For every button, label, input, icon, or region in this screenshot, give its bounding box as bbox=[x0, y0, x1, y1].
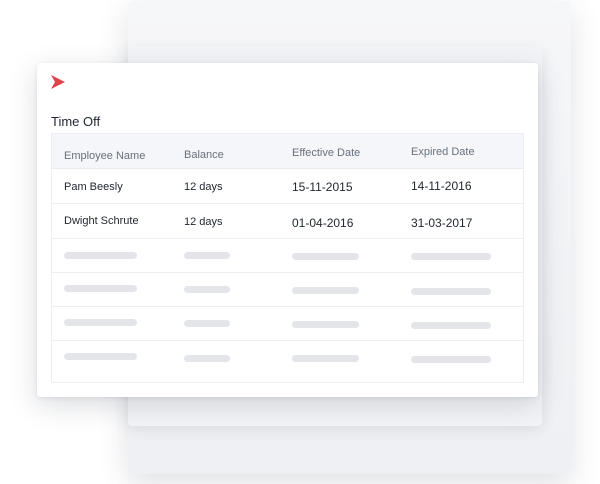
skeleton-bar bbox=[184, 252, 230, 259]
placeholder-row bbox=[52, 273, 523, 307]
skeleton-bar bbox=[184, 320, 230, 327]
cell-expired-date: 14-11-2016 bbox=[411, 179, 472, 193]
placeholder-row bbox=[52, 239, 523, 273]
skeleton-bar bbox=[292, 253, 359, 260]
time-off-table: Employee Name Balance Effective Date Exp… bbox=[51, 133, 524, 383]
skeleton-bar bbox=[411, 322, 491, 329]
skeleton-bar bbox=[292, 287, 359, 294]
skeleton-bar bbox=[64, 285, 137, 292]
cell-employee-name: Pam Beesly bbox=[64, 181, 123, 193]
cell-expired-date: 31-03-2017 bbox=[411, 216, 473, 230]
skeleton-bar bbox=[292, 355, 359, 362]
cell-effective-date: 01-04-2016 bbox=[292, 216, 354, 230]
skeleton-bar bbox=[411, 253, 491, 260]
cell-balance: 12 days bbox=[184, 216, 223, 228]
column-header-balance[interactable]: Balance bbox=[184, 149, 224, 161]
skeleton-bar bbox=[64, 252, 137, 259]
cell-balance: 12 days bbox=[184, 181, 223, 193]
skeleton-bar bbox=[292, 321, 359, 328]
column-header-employee-name[interactable]: Employee Name bbox=[64, 150, 145, 162]
cell-employee-name: Dwight Schrute bbox=[64, 215, 139, 227]
page-title: Time Off bbox=[51, 114, 101, 129]
skeleton-bar bbox=[411, 288, 491, 295]
skeleton-bar bbox=[184, 355, 230, 362]
skeleton-bar bbox=[184, 286, 230, 293]
table-header-row: Employee Name Balance Effective Date Exp… bbox=[52, 134, 523, 169]
skeleton-bar bbox=[64, 353, 137, 360]
column-header-expired-date[interactable]: Expired Date bbox=[411, 146, 475, 158]
skeleton-bar bbox=[64, 319, 137, 326]
placeholder-row bbox=[52, 341, 523, 375]
skeleton-bar bbox=[411, 356, 491, 363]
table-row[interactable]: Dwight Schrute 12 days 01-04-2016 31-03-… bbox=[52, 204, 523, 239]
time-off-window: Time Off Employee Name Balance Effective… bbox=[37, 63, 538, 397]
column-header-effective-date[interactable]: Effective Date bbox=[292, 147, 360, 159]
chevron-right-icon bbox=[51, 75, 65, 89]
table-row[interactable]: Pam Beesly 12 days 15-11-2015 14-11-2016 bbox=[52, 169, 523, 204]
placeholder-row bbox=[52, 307, 523, 341]
cell-effective-date: 15-11-2015 bbox=[292, 180, 353, 194]
